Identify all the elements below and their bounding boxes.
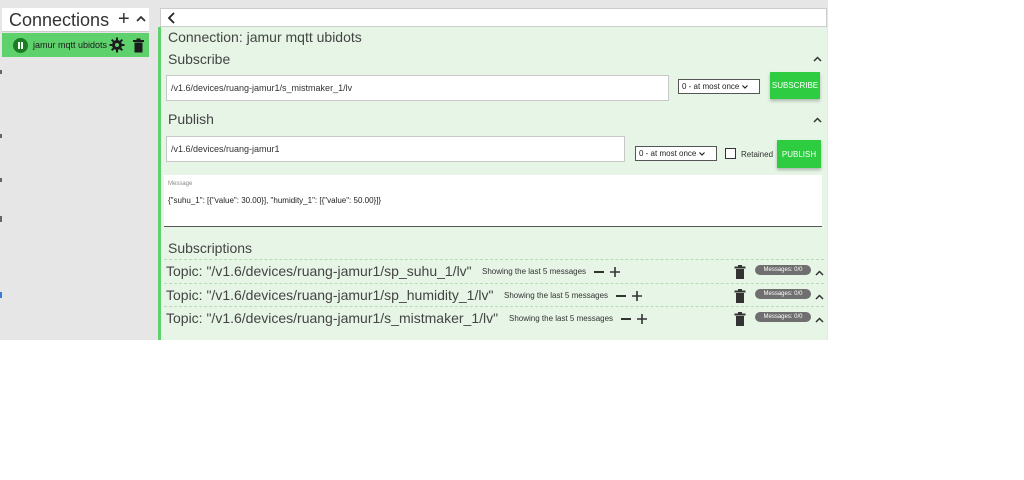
plus-icon[interactable]: + [118,8,130,30]
chevron-down-icon [699,151,706,156]
message-label: Message [168,181,193,187]
edge-mark [0,70,2,74]
messages-badge: Messages: 0/0 [755,289,811,299]
retained-checkbox[interactable] [725,148,736,159]
edge-mark [0,134,2,138]
connection-name: jamur mqtt ubidots [33,40,108,50]
connection-panel: Connection: jamur mqtt ubidots Subscribe… [158,27,827,340]
trash-icon[interactable] [734,312,746,326]
subscription-row[interactable]: Topic: "/v1.6/devices/ruang-jamur1/sp_hu… [164,283,824,305]
pause-icon[interactable] [13,38,28,53]
subscription-showing: Showing the last 5 messages [504,291,609,300]
message-field[interactable]: Message {"suhu_1": [{"value": 30.00}], "… [164,175,822,227]
publish-qos-value: 0 - at most once [639,149,697,158]
chevron-up-icon[interactable] [815,317,824,323]
subscription-topic: Topic: "/v1.6/devices/ruang-jamur1/s_mis… [166,310,499,326]
messages-badge: Messages: 0/0 [755,312,811,322]
trash-icon[interactable] [734,289,746,303]
chevron-down-icon [742,84,749,89]
chevron-up-icon[interactable] [135,13,147,25]
plus-icon[interactable] [631,290,643,302]
minus-icon[interactable] [616,295,626,297]
publish-button[interactable]: PUBLISH [777,140,821,168]
subscriptions-title: Subscriptions [168,240,253,256]
sidebar-title: Connections [9,10,110,30]
subscribe-button[interactable]: SUBSCRIBE [770,72,820,99]
chevron-left-icon[interactable] [167,12,177,24]
subscribe-qos-select[interactable]: 0 - at most once [678,79,760,94]
app-window: Connections + jamur mqtt ubidots Connect… [0,0,828,340]
retained-label: Retained [741,150,774,159]
plus-icon[interactable] [609,266,621,278]
trash-icon[interactable] [734,265,746,279]
subscription-showing: Showing the last 5 messages [482,267,587,276]
sidebar: Connections + jamur mqtt ubidots [0,0,158,340]
subscription-topic: Topic: "/v1.6/devices/ruang-jamur1/sp_hu… [166,287,494,303]
chevron-up-icon[interactable] [813,117,822,123]
chevron-up-icon[interactable] [815,294,824,300]
subscription-topic: Topic: "/v1.6/devices/ruang-jamur1/sp_su… [166,263,472,279]
trash-icon[interactable] [132,38,145,53]
edge-mark [0,292,2,298]
minus-icon[interactable] [621,318,631,320]
subscription-showing: Showing the last 5 messages [509,314,614,323]
publish-topic-input[interactable]: /v1.6/devices/ruang-jamur1 [166,136,625,162]
edge-mark [0,216,2,222]
subscription-row[interactable]: Topic: "/v1.6/devices/ruang-jamur1/sp_su… [164,259,824,281]
minus-icon[interactable] [594,271,604,273]
messages-badge: Messages: 0/0 [755,265,811,275]
gear-icon[interactable] [109,37,125,53]
subscribe-qos-value: 0 - at most once [682,82,740,91]
subscribe-topic-input[interactable]: /v1.6/devices/ruang-jamur1/s_mistmaker_1… [166,75,669,101]
chevron-up-icon[interactable] [815,270,824,276]
connection-item[interactable]: jamur mqtt ubidots [2,33,149,57]
chevron-up-icon[interactable] [813,56,822,62]
top-bar [160,8,827,27]
subscription-row[interactable]: Topic: "/v1.6/devices/ruang-jamur1/s_mis… [164,306,824,328]
subscribe-title: Subscribe [168,51,231,67]
publish-qos-select[interactable]: 0 - at most once [635,146,717,161]
main-area: Connection: jamur mqtt ubidots Subscribe… [158,8,828,340]
publish-title: Publish [168,111,214,127]
sidebar-header: Connections + [2,8,149,32]
edge-mark [0,178,2,182]
plus-icon[interactable] [636,313,648,325]
message-value: {"suhu_1": [{"value": 30.00}], "humidity… [168,196,382,205]
connection-title: Connection: jamur mqtt ubidots [168,29,362,45]
